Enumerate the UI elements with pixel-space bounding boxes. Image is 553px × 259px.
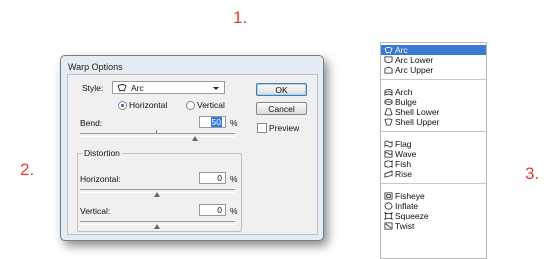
style-option-fish[interactable]: Fish	[381, 159, 486, 169]
list-divider	[381, 183, 486, 184]
bend-slider-center-tick	[156, 130, 157, 133]
rise-icon	[384, 170, 393, 178]
distortion-vertical-input[interactable]: 0	[199, 204, 226, 216]
distortion-vertical-percent: %	[230, 206, 238, 216]
warp-style-list: Arc Arc Lower Arc Upper Arch Bulge Shell…	[380, 42, 487, 259]
style-option-shell-lower[interactable]: Shell Lower	[381, 107, 486, 117]
dialog-body: Style: Arc Horizontal Vertical Bend: 50 …	[67, 74, 318, 235]
style-option-twist[interactable]: Twist	[381, 221, 486, 231]
distortion-horizontal-input[interactable]: 0	[199, 172, 226, 184]
preview-checkbox-label: Preview	[269, 123, 300, 133]
distortion-vertical-label: Vertical:	[80, 206, 111, 216]
arc-shape-icon	[117, 84, 127, 92]
style-option-rise[interactable]: Rise	[381, 169, 486, 179]
fish-icon	[384, 160, 393, 168]
distortion-horizontal-label: Horizontal:	[80, 174, 121, 184]
wave-icon	[384, 150, 393, 158]
shell-upper-icon	[384, 118, 393, 126]
style-option-wave[interactable]: Wave	[381, 149, 486, 159]
dialog-title: Warp Options	[68, 62, 123, 72]
style-option-flag[interactable]: Flag	[381, 139, 486, 149]
style-option-arc-lower[interactable]: Arc Lower	[381, 55, 486, 65]
arc-icon	[384, 46, 393, 54]
bulge-icon	[384, 98, 393, 106]
vertical-radio[interactable]	[186, 101, 195, 110]
squeeze-icon	[384, 212, 393, 220]
arc-lower-icon	[384, 56, 393, 64]
style-option-bulge[interactable]: Bulge	[381, 97, 486, 107]
arch-icon	[384, 88, 393, 96]
bend-percent-label: %	[230, 118, 238, 128]
cancel-button[interactable]: Cancel	[256, 102, 307, 115]
step-number-2: 2.	[20, 160, 35, 179]
bend-input[interactable]: 50	[199, 116, 226, 128]
bend-slider-thumb[interactable]	[192, 136, 198, 141]
style-option-arc-upper[interactable]: Arc Upper	[381, 65, 486, 75]
step-number-3: 3.	[525, 164, 540, 183]
style-option-arc[interactable]: Arc	[381, 45, 486, 55]
style-dropdown-value: Arc	[131, 83, 144, 93]
inflate-icon	[384, 202, 393, 210]
horizontal-radio[interactable]	[118, 101, 127, 110]
ok-button[interactable]: OK	[256, 83, 307, 96]
step-number-1: 1.	[233, 8, 248, 27]
preview-checkbox[interactable]	[257, 123, 267, 133]
list-divider	[381, 79, 486, 80]
bend-slider-track[interactable]	[80, 133, 235, 137]
distortion-horizontal-percent: %	[230, 174, 238, 184]
style-option-arch[interactable]: Arch	[381, 87, 486, 97]
bend-label: Bend:	[80, 118, 103, 128]
style-option-fisheye[interactable]: Fisheye	[381, 191, 486, 201]
twist-icon	[384, 222, 393, 230]
flag-icon	[384, 140, 393, 148]
distortion-group-label: Distortion	[82, 148, 122, 158]
style-option-shell-upper[interactable]: Shell Upper	[381, 117, 486, 127]
warp-options-dialog: Warp Options Style: Arc Horizontal Verti…	[60, 55, 324, 241]
fisheye-icon	[384, 192, 393, 200]
style-dropdown[interactable]: Arc	[112, 81, 225, 94]
horizontal-radio-label: Horizontal	[129, 100, 168, 110]
arc-upper-icon	[384, 66, 393, 74]
distortion-vertical-slider-thumb[interactable]	[154, 224, 160, 229]
distortion-horizontal-slider-thumb[interactable]	[154, 192, 160, 197]
chevron-down-icon	[213, 87, 219, 90]
style-label: Style:	[82, 83, 104, 93]
vertical-radio-label: Vertical	[197, 100, 225, 110]
shell-lower-icon	[384, 108, 393, 116]
style-option-inflate[interactable]: Inflate	[381, 201, 486, 211]
style-option-squeeze[interactable]: Squeeze	[381, 211, 486, 221]
list-divider	[381, 131, 486, 132]
